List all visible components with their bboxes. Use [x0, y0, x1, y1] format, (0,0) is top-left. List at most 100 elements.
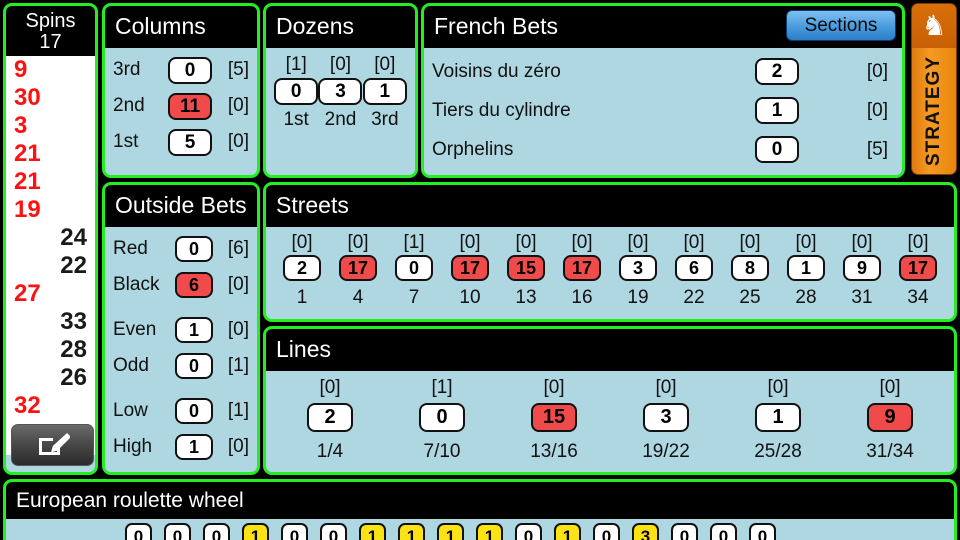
sections-button[interactable]: Sections — [786, 10, 896, 41]
chip-value[interactable]: 0 — [175, 236, 213, 262]
spin-entry[interactable]: 26 — [6, 364, 95, 392]
spin-entry[interactable]: 9 — [6, 56, 95, 84]
chip-value[interactable]: 0 — [281, 523, 308, 540]
chip-value[interactable]: 1 — [554, 523, 581, 540]
wheel-cell[interactable]: 0 — [119, 523, 158, 540]
chip-value[interactable]: 1 — [398, 523, 425, 540]
chip-value[interactable]: 1 — [175, 434, 213, 460]
street-cell[interactable]: [0] 17 34 — [890, 231, 946, 311]
wheel-cell[interactable]: 3 — [626, 523, 665, 540]
chip-value[interactable]: 0 — [320, 523, 347, 540]
chip-value[interactable]: 0 — [755, 136, 799, 163]
chip-value[interactable]: 3 — [643, 402, 689, 432]
chip-value[interactable]: 0 — [125, 523, 152, 540]
wheel-cell[interactable]: 0 — [509, 523, 548, 540]
wheel-cell[interactable]: 0 — [743, 523, 782, 540]
street-cell[interactable]: [0] 17 16 — [554, 231, 610, 311]
edit-spins-button[interactable] — [11, 424, 94, 466]
street-cell[interactable]: [0] 6 22 — [666, 231, 722, 311]
chip-value[interactable]: 8 — [731, 255, 769, 281]
chip-value[interactable]: 5 — [168, 128, 212, 156]
chip-value[interactable]: 0 — [671, 523, 698, 540]
chip-value[interactable]: 1 — [476, 523, 503, 540]
chip-value[interactable]: 17 — [563, 255, 601, 281]
spin-entry[interactable]: 28 — [6, 336, 95, 364]
chip-value[interactable]: 17 — [339, 255, 377, 281]
chip-value[interactable]: 0 — [168, 56, 212, 84]
spin-entry[interactable]: 22 — [6, 252, 95, 280]
chip-value[interactable]: 17 — [899, 255, 937, 281]
wheel-cell[interactable]: 0 — [197, 523, 236, 540]
chip-value[interactable]: 1 — [787, 255, 825, 281]
spin-entry[interactable]: 3 — [6, 112, 95, 140]
street-cell[interactable]: [0] 3 19 — [610, 231, 666, 311]
wheel-cell[interactable]: 1 — [236, 523, 275, 540]
chip-value[interactable]: 0 — [749, 523, 776, 540]
chip-value[interactable]: 0 — [710, 523, 737, 540]
line-cell[interactable]: [1] 0 7/10 — [386, 375, 498, 467]
spin-entry[interactable]: 30 — [6, 84, 95, 112]
spin-entry[interactable]: 27 — [6, 280, 95, 308]
wheel-cell[interactable]: 0 — [665, 523, 704, 540]
street-cell[interactable]: [0] 9 31 — [834, 231, 890, 311]
street-cell[interactable]: [1] 0 7 — [386, 231, 442, 311]
chip-value[interactable]: 3 — [632, 523, 659, 540]
chip-value[interactable]: 0 — [203, 523, 230, 540]
chip-value[interactable]: 0 — [515, 523, 542, 540]
chip-value[interactable]: 3 — [318, 78, 363, 105]
line-cell[interactable]: [0] 9 31/34 — [834, 375, 946, 467]
wheel-cell[interactable]: 0 — [314, 523, 353, 540]
chip-value[interactable]: 6 — [675, 255, 713, 281]
chip-value[interactable]: 0 — [395, 255, 433, 281]
wheel-cell[interactable]: 0 — [275, 523, 314, 540]
chip-value[interactable]: 2 — [755, 58, 799, 85]
wheel-cell[interactable]: 0 — [587, 523, 626, 540]
spin-entry[interactable]: 32 — [6, 392, 95, 420]
chip-value[interactable]: 1 — [755, 402, 801, 432]
chip-value[interactable]: 1 — [362, 78, 407, 105]
line-cell[interactable]: [0] 3 19/22 — [610, 375, 722, 467]
line-cell[interactable]: [0] 1 25/28 — [722, 375, 834, 467]
street-cell[interactable]: [0] 2 1 — [274, 231, 330, 311]
chip-value[interactable]: 1 — [242, 523, 269, 540]
chip-value[interactable]: 1 — [175, 317, 213, 343]
chip-value[interactable]: 15 — [531, 402, 577, 432]
spin-entry[interactable]: 24 — [6, 224, 95, 252]
wheel-cell[interactable]: 1 — [353, 523, 392, 540]
chip-value[interactable]: 0 — [164, 523, 191, 540]
street-cell[interactable]: [0] 17 10 — [442, 231, 498, 311]
wheel-cell[interactable]: 0 — [158, 523, 197, 540]
chip-value[interactable]: 2 — [283, 255, 321, 281]
chip-value[interactable]: 1 — [437, 523, 464, 540]
spin-entry[interactable]: 21 — [6, 168, 95, 196]
spin-entry[interactable]: 33 — [6, 308, 95, 336]
chip-value[interactable]: 0 — [274, 78, 319, 105]
spins-history-list[interactable]: 930321211924222733282632021 — [6, 56, 95, 455]
wheel-cell[interactable]: 1 — [548, 523, 587, 540]
chip-value[interactable]: 17 — [451, 255, 489, 281]
street-cell[interactable]: [0] 17 4 — [330, 231, 386, 311]
chip-value[interactable]: 0 — [175, 353, 213, 379]
wheel-cell[interactable]: 1 — [431, 523, 470, 540]
line-cell[interactable]: [0] 15 13/16 — [498, 375, 610, 467]
chip-value[interactable]: 6 — [175, 272, 213, 298]
chip-value[interactable]: 15 — [507, 255, 545, 281]
wheel-cell[interactable]: 1 — [470, 523, 509, 540]
chip-value[interactable]: 1 — [755, 97, 799, 124]
chip-value[interactable]: 9 — [843, 255, 881, 281]
chip-value[interactable]: 3 — [619, 255, 657, 281]
wheel-cell[interactable]: 1 — [392, 523, 431, 540]
spin-entry[interactable]: 19 — [6, 196, 95, 224]
spin-entry[interactable]: 21 — [6, 140, 95, 168]
chip-value[interactable]: 0 — [175, 398, 213, 424]
chip-value[interactable]: 9 — [867, 402, 913, 432]
chip-value[interactable]: 2 — [307, 402, 353, 432]
street-cell[interactable]: [0] 8 25 — [722, 231, 778, 311]
line-cell[interactable]: [0] 2 1/4 — [274, 375, 386, 467]
strategy-tab[interactable]: ♞ STRATEGY — [911, 3, 957, 175]
street-cell[interactable]: [0] 1 28 — [778, 231, 834, 311]
wheel-cell[interactable]: 0 — [704, 523, 743, 540]
chip-value[interactable]: 1 — [359, 523, 386, 540]
chip-value[interactable]: 0 — [593, 523, 620, 540]
chip-value[interactable]: 11 — [168, 92, 212, 120]
